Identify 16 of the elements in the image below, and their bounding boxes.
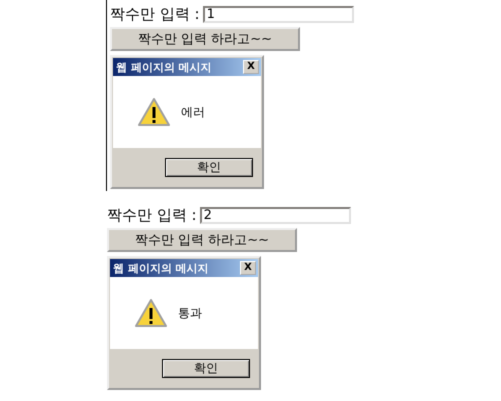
field-label: 짝수만 입력 : — [107, 206, 197, 224]
warning-icon — [134, 298, 168, 328]
ok-button[interactable]: 확인 — [165, 158, 253, 176]
submit-button[interactable]: 짝수만 입력 하라고~~ — [110, 27, 300, 51]
ok-button[interactable]: 확인 — [162, 358, 250, 378]
field-label: 짝수만 입력 : — [110, 4, 200, 24]
dialog-message: 에러 — [181, 104, 205, 120]
dialog-title: 웹 페이지의 메시지 — [116, 60, 212, 74]
close-button[interactable]: X — [243, 60, 259, 74]
dialog-message: 통과 — [178, 304, 202, 322]
dialog-title: 웹 페이지의 메시지 — [113, 260, 209, 276]
close-button[interactable]: X — [240, 261, 256, 275]
input-field[interactable]: 2 — [200, 206, 351, 224]
warning-icon — [137, 97, 171, 127]
submit-button[interactable]: 짝수만 입력 하라고~~ — [107, 228, 297, 252]
input-field[interactable]: 1 — [202, 6, 354, 22]
